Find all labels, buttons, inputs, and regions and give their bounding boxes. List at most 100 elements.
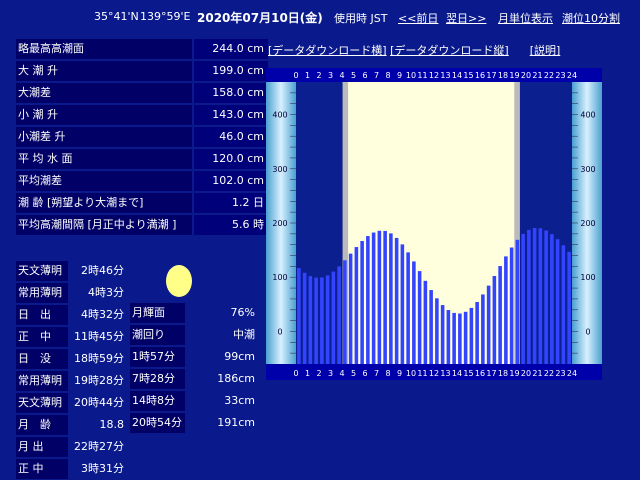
tide-bar bbox=[481, 294, 485, 364]
stats-value: 244.0 cm bbox=[194, 39, 268, 59]
daily-value: 18.8 bbox=[99, 418, 125, 431]
x-tick-top: 7 bbox=[374, 71, 379, 80]
x-tick-top: 21 bbox=[532, 71, 542, 80]
x-tick-top: 3 bbox=[328, 71, 333, 80]
daily-value: 4時3分 bbox=[88, 286, 124, 299]
tide-bar bbox=[469, 307, 474, 364]
daily-value: 3時31分 bbox=[81, 462, 124, 475]
daily-value: 20時44分 bbox=[74, 396, 124, 409]
moontbl-label: 月輝面 bbox=[130, 303, 185, 323]
moontbl-row: 1時57分 99cm bbox=[130, 347, 255, 367]
daily-row: 日 出 4時32分 bbox=[16, 305, 126, 325]
x-tick-bottom: 23 bbox=[555, 369, 565, 378]
stats-value: 158.0 cm bbox=[194, 83, 268, 103]
tide-bar bbox=[515, 239, 520, 364]
x-tick-top: 20 bbox=[521, 71, 531, 80]
download-vertical-link[interactable]: [データダウンロード縦] bbox=[390, 44, 509, 57]
x-tick-top: 5 bbox=[351, 71, 356, 80]
daily-value: 19時28分 bbox=[74, 374, 124, 387]
stats-row: 略最高高潮面 244.0 cm bbox=[16, 39, 268, 59]
stats-label: 潮 齢 [朔望より大潮まで] bbox=[16, 193, 192, 213]
stats-value: 5.6 時 bbox=[194, 215, 268, 235]
help-link[interactable]: [説明] bbox=[530, 44, 561, 57]
moontbl-row: 月輝面 76% bbox=[130, 303, 255, 323]
moontbl-value: 186cm bbox=[217, 372, 255, 385]
moontbl-value: 76% bbox=[230, 306, 255, 319]
tide-bar bbox=[383, 230, 387, 364]
stats-label: 平均潮差 bbox=[16, 171, 192, 191]
moontbl-row: 潮回り 中潮 bbox=[130, 325, 255, 345]
prev-day-link[interactable]: <<前日 bbox=[398, 10, 438, 26]
x-tick-top: 12 bbox=[429, 71, 439, 80]
daily-label: 日 出 bbox=[16, 305, 68, 325]
tide-bar bbox=[527, 229, 531, 364]
tide-bar bbox=[463, 311, 468, 364]
x-tick-top: 14 bbox=[452, 71, 462, 80]
tide-bar bbox=[475, 302, 479, 364]
tide-bar bbox=[417, 271, 422, 364]
daily-row: 天文薄明 20時44分 bbox=[16, 393, 126, 413]
x-tick-bottom: 18 bbox=[498, 369, 508, 378]
stats-row: 小潮差 升 46.0 cm bbox=[16, 127, 268, 147]
moontbl-value: 33cm bbox=[224, 394, 255, 407]
tide-bar bbox=[544, 230, 548, 364]
tide-bar bbox=[458, 313, 462, 364]
daily-row: 日 没 18時59分 bbox=[16, 349, 126, 369]
x-tick-bottom: 6 bbox=[362, 369, 367, 378]
monthly-view-link[interactable]: 月単位表示 bbox=[498, 10, 553, 26]
x-tick-top: 18 bbox=[498, 71, 508, 80]
tide-bar bbox=[320, 277, 324, 364]
daily-label: 正 中 bbox=[16, 327, 68, 347]
stats-value: 199.0 cm bbox=[194, 61, 268, 81]
x-tick-bottom: 1 bbox=[305, 369, 310, 378]
header: 35°41'N 139°59'E 2020年07月10日(金) 使用時 JST … bbox=[0, 8, 640, 26]
x-tick-bottom: 20 bbox=[521, 369, 531, 378]
tide-bar bbox=[521, 233, 525, 364]
y-tick-right: 300 bbox=[580, 165, 595, 174]
tide-bar bbox=[302, 272, 307, 364]
x-tick-top: 2 bbox=[316, 71, 321, 80]
stats-value: 102.0 cm bbox=[194, 171, 268, 191]
tide-bar bbox=[555, 239, 560, 364]
stats-value: 120.0 cm bbox=[194, 149, 268, 169]
daily-label: 常用薄明 bbox=[16, 283, 68, 303]
x-tick-top: 4 bbox=[339, 71, 344, 80]
x-tick-top: 23 bbox=[555, 71, 565, 80]
stats-row: 小 潮 升 143.0 cm bbox=[16, 105, 268, 125]
moontbl-value: 191cm bbox=[217, 416, 255, 429]
tide-bar bbox=[377, 230, 382, 364]
x-tick-top: 0 bbox=[293, 71, 298, 80]
longitude: 139°59'E bbox=[140, 10, 191, 23]
x-tick-bottom: 4 bbox=[339, 369, 344, 378]
daily-value: 22時27分 bbox=[74, 440, 124, 453]
x-tick-bottom: 19 bbox=[509, 369, 519, 378]
y-tick-right: 400 bbox=[580, 111, 595, 120]
tide-bar bbox=[297, 268, 301, 364]
stats-label: 平 均 水 面 bbox=[16, 149, 192, 169]
download-horizontal-link[interactable]: [データダウンロード横] bbox=[268, 44, 387, 57]
y-tick-left: 0 bbox=[277, 327, 282, 336]
x-tick-top: 9 bbox=[397, 71, 402, 80]
x-tick-top: 6 bbox=[362, 71, 367, 80]
next-day-link[interactable]: 翌日>> bbox=[446, 10, 486, 26]
x-tick-top: 15 bbox=[463, 71, 473, 80]
x-tick-bottom: 10 bbox=[406, 369, 416, 378]
tide-interval-link[interactable]: 潮位10分割 bbox=[562, 10, 620, 26]
stats-row: 平均高潮間隔 [月正中より満潮 ] 5.6 時 bbox=[16, 215, 268, 235]
daily-label: 天文薄明 bbox=[16, 393, 68, 413]
stats-label: 略最高高潮面 bbox=[16, 39, 192, 59]
tide-bar bbox=[343, 260, 347, 364]
tide-bar bbox=[354, 247, 359, 364]
moontbl-label: 20時54分 bbox=[130, 413, 185, 433]
x-tick-top: 11 bbox=[417, 71, 427, 80]
daily-row: 常用薄明 4時3分 bbox=[16, 283, 126, 303]
tide-bar bbox=[446, 310, 451, 364]
tide-bar bbox=[561, 245, 566, 364]
moon-phase-icon bbox=[166, 265, 192, 297]
tide-bar bbox=[435, 298, 439, 364]
stats-row: 平均潮差 102.0 cm bbox=[16, 171, 268, 191]
tide-bar bbox=[452, 312, 456, 364]
tide-bar bbox=[504, 256, 508, 364]
x-tick-top: 1 bbox=[305, 71, 310, 80]
tide-bar bbox=[331, 271, 336, 364]
